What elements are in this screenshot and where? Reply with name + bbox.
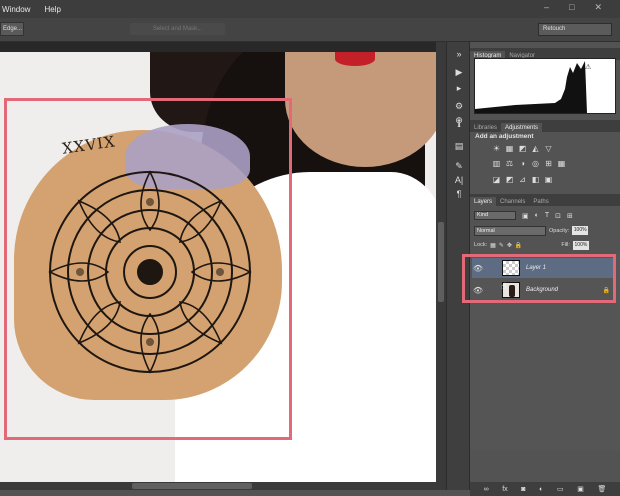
fill-label: Fill: [561, 242, 570, 248]
new-layer-icon[interactable]: ▣ [577, 485, 584, 493]
info-icon[interactable]: ℹ [451, 118, 467, 130]
channel-mixer-icon[interactable]: ⊞ [544, 159, 553, 168]
layers-footer: ∞ fx ◙ ◐ ▭ ▣ 🗑 [470, 482, 620, 496]
refine-edge-button[interactable]: Edge... [0, 22, 24, 36]
brightness-icon[interactable]: ☀ [492, 144, 501, 153]
vibrance-icon[interactable]: ▽ [544, 144, 553, 153]
lock-brush-icon[interactable]: ✎ [499, 242, 504, 249]
histogram-graph: ⚠ [474, 58, 616, 114]
opacity-input[interactable]: 100% [572, 226, 589, 235]
hand-cursor-icon: ☝ [501, 281, 507, 291]
canvas-area[interactable]: XXVIX [0, 42, 446, 490]
type-filter-icon[interactable]: T [545, 212, 549, 219]
restore-icon[interactable]: □ [569, 2, 574, 13]
vertical-scrollbar[interactable] [436, 42, 446, 490]
select-and-mask-button[interactable]: Select and Mask... [130, 23, 225, 35]
adjustment-row-2: ▥ ⚖ ◑ ◎ ⊞ ▦ [492, 159, 566, 168]
fill-input[interactable]: 100% [572, 240, 589, 250]
adjustment-filter-icon[interactable]: ◐ [535, 212, 539, 219]
horizontal-scrollbar[interactable] [0, 482, 436, 490]
color-balance-icon[interactable]: ⚖ [505, 159, 514, 168]
selective-color-icon[interactable]: ▣ [544, 175, 553, 184]
blend-mode-select[interactable]: Normal [474, 225, 546, 236]
character-icon[interactable]: A| [451, 174, 467, 186]
adjustment-layer-icon[interactable]: ◐ [539, 486, 543, 493]
workspace-select[interactable]: Retouch [538, 23, 612, 36]
tab-paths[interactable]: Paths [529, 197, 552, 206]
tab-layers[interactable]: Layers [470, 197, 497, 206]
shape-filter-icon[interactable]: ⊡ [555, 212, 561, 220]
horizontal-scroll-thumb[interactable] [132, 483, 252, 489]
minimize-icon[interactable]: – [544, 2, 549, 13]
exposure-icon[interactable]: ◭ [531, 144, 540, 153]
tab-channels[interactable]: Channels [496, 197, 529, 206]
opacity-label: Opacity: [549, 227, 570, 234]
tab-libraries[interactable]: Libraries [470, 123, 501, 132]
gear-icon[interactable]: ⚙ [451, 100, 467, 112]
mask-icon[interactable]: ◙ [521, 486, 525, 493]
trash-icon[interactable]: 🗑 [597, 485, 606, 493]
vertical-scroll-thumb[interactable] [438, 222, 444, 302]
adjustment-row-3: ◪ ◩ ⊿ ◧ ▣ [492, 175, 553, 184]
lock-label: Lock: [474, 242, 488, 248]
lock-all-icon[interactable]: 🔒 [515, 242, 522, 249]
play-icon[interactable]: ▶ [451, 66, 467, 78]
window-controls: – □ ✕ [544, 2, 616, 13]
pixel-filter-icon[interactable]: ▣ [522, 212, 529, 220]
collapse-icon[interactable]: » [451, 48, 467, 60]
play-small-icon[interactable]: ▸ [451, 82, 467, 94]
layer-filter-bar: Kind ▣ ◐ T ⊡ ⊞ [474, 210, 616, 221]
layers-highlight-box [462, 254, 616, 303]
kind-filter-select[interactable]: Kind [474, 211, 516, 220]
threshold-icon[interactable]: ⊿ [518, 175, 527, 184]
menu-window[interactable]: Window [2, 5, 30, 14]
lock-transparent-icon[interactable]: ▦ [490, 242, 496, 249]
smart-object-filter-icon[interactable]: ⊞ [567, 212, 573, 220]
tab-adjustments[interactable]: Adjustments [501, 123, 543, 132]
close-icon[interactable]: ✕ [594, 2, 602, 13]
adjustment-row-1: ☀ ▦ ◩ ◭ ▽ [492, 144, 553, 153]
posterize-icon[interactable]: ◩ [505, 175, 514, 184]
photo-filter-icon[interactable]: ◎ [531, 159, 540, 168]
invert-icon[interactable]: ◪ [492, 175, 501, 184]
hue-saturation-icon[interactable]: ▥ [492, 159, 501, 168]
canvas-highlight-box [4, 98, 292, 440]
layers-tabs: Layers Channels Paths [470, 194, 620, 206]
lips-shape [335, 52, 375, 66]
link-layers-icon[interactable]: ∞ [484, 486, 489, 493]
options-bar: Edge... Select and Mask... Retouch [0, 18, 620, 42]
add-adjustment-label: Add an adjustment [475, 133, 534, 140]
fx-icon[interactable]: fx [502, 486, 507, 493]
right-panels: Histogram Navigator ⚠ Libraries Adjustme… [462, 42, 620, 496]
menu-help[interactable]: Help [44, 5, 60, 14]
levels-icon[interactable]: ▦ [505, 144, 514, 153]
warning-icon: ⚠ [585, 63, 591, 71]
menu-bar: Window Help – □ ✕ [0, 0, 620, 18]
lock-move-icon[interactable]: ✥ [507, 242, 512, 249]
blend-row: Normal Opacity: 100% [474, 225, 616, 236]
gradient-map-icon[interactable]: ◧ [531, 175, 540, 184]
curves-icon[interactable]: ◩ [518, 144, 527, 153]
brush-icon[interactable]: ✎ [451, 160, 467, 172]
paragraph-icon[interactable]: ¶ [451, 188, 467, 200]
black-white-icon[interactable]: ◑ [518, 159, 527, 168]
lock-row: Lock: ▦ ✎ ✥ 🔒 Fill: 100% [474, 240, 616, 250]
histogram-plot: ⚠ [475, 61, 591, 113]
group-icon[interactable]: ▭ [557, 485, 564, 493]
properties-icon[interactable]: ▤ [451, 140, 467, 152]
adjustments-tabs: Libraries Adjustments [470, 120, 620, 132]
color-lookup-icon[interactable]: ▦ [557, 159, 566, 168]
